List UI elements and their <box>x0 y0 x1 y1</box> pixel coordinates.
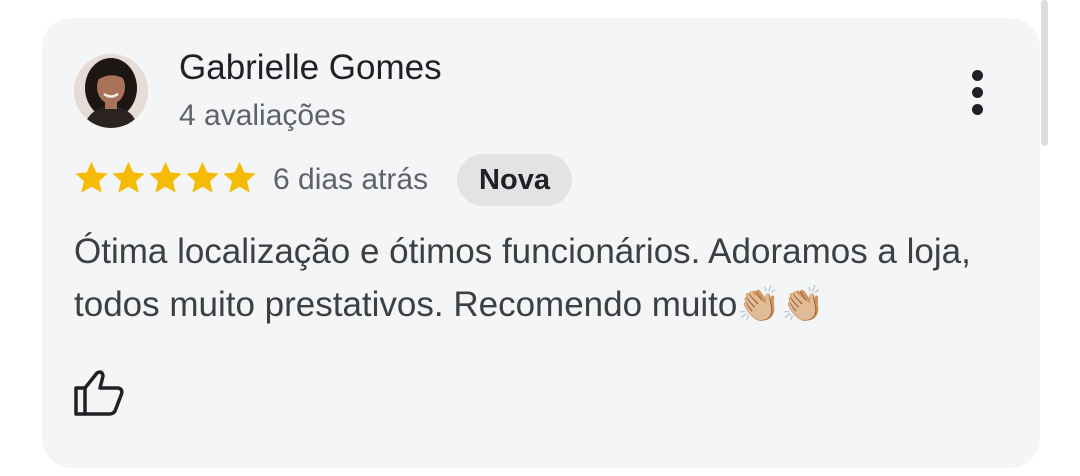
author-name[interactable]: Gabrielle Gomes <box>179 48 442 88</box>
more-vert-icon-dot-bottom <box>972 104 983 115</box>
more-vert-icon-dot-top <box>972 70 983 81</box>
more-vert-icon-dot-middle <box>972 87 983 98</box>
star-icon <box>223 161 256 193</box>
author-avatar-photo <box>74 54 148 128</box>
thumb-up-icon <box>74 370 124 416</box>
like-button[interactable] <box>72 368 126 418</box>
star-rating <box>73 159 258 196</box>
star-icon <box>112 161 145 193</box>
star-icon <box>149 161 182 193</box>
star-icon <box>75 161 108 193</box>
author-avatar[interactable] <box>74 54 148 128</box>
star-icon <box>186 161 219 193</box>
review-card: Gabrielle Gomes 4 avaliações 6 dias atrá… <box>42 18 1040 468</box>
page-scrollbar[interactable] <box>1041 0 1048 146</box>
new-badge: Nova <box>457 154 572 206</box>
review-text: Ótima localização e ótimos funcionários.… <box>74 232 971 324</box>
review-time: 6 dias atrás <box>273 163 429 196</box>
author-reviews-count: 4 avaliações <box>179 99 346 132</box>
more-options-button[interactable] <box>958 66 998 120</box>
